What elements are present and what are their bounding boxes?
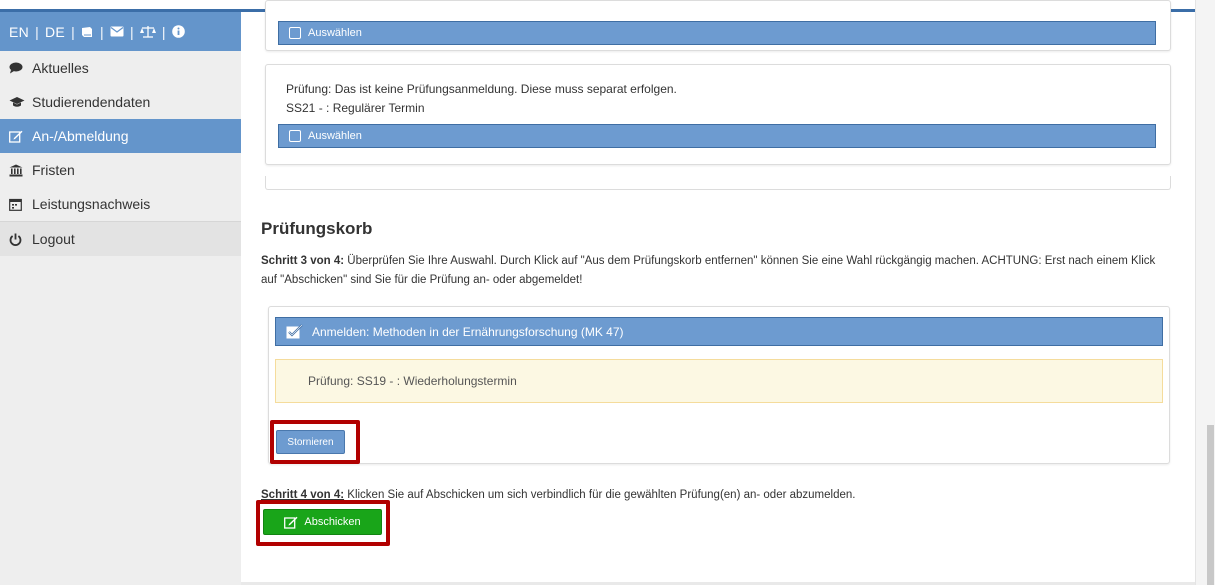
checkbox-edit-icon bbox=[286, 324, 304, 339]
exam-card: Auswählen bbox=[265, 0, 1171, 51]
scrollbar-thumb[interactable] bbox=[1207, 425, 1214, 585]
sidebar-item-fristen[interactable]: Fristen bbox=[0, 153, 241, 187]
scrollbar[interactable] bbox=[1195, 0, 1215, 585]
separator: | bbox=[161, 23, 166, 40]
separator: | bbox=[129, 23, 134, 40]
balance-scale-icon[interactable] bbox=[139, 25, 156, 39]
sidebar-item-label: Studierendendaten bbox=[32, 94, 151, 110]
basket-entry-title: Anmelden: Methoden in der Ernährungsfors… bbox=[312, 324, 624, 339]
sidebar-item-leistungsnachweis[interactable]: Leistungsnachweis bbox=[0, 187, 241, 221]
separator: | bbox=[71, 23, 75, 40]
graduation-cap-icon bbox=[9, 96, 27, 108]
select-button[interactable]: Auswählen bbox=[278, 124, 1156, 148]
separator: | bbox=[100, 23, 104, 40]
sidebar-item-label: Logout bbox=[32, 231, 75, 247]
sidebar-item-label: An-/Abmeldung bbox=[32, 128, 129, 144]
power-icon bbox=[9, 233, 27, 246]
calendar-icon bbox=[9, 198, 27, 211]
basket-entry-header: Anmelden: Methoden in der Ernährungsfors… bbox=[275, 317, 1163, 346]
select-label: Auswählen bbox=[308, 27, 362, 39]
submit-button[interactable]: Abschicken bbox=[263, 509, 382, 535]
book-icon[interactable] bbox=[81, 26, 94, 38]
edit-icon bbox=[284, 516, 298, 529]
exam-term: SS21 - : Regulärer Termin bbox=[286, 101, 425, 115]
bank-icon bbox=[9, 164, 27, 177]
cancel-button[interactable]: Stornieren bbox=[276, 430, 345, 454]
sidebar-item-an-abmeldung[interactable]: An-/Abmeldung bbox=[0, 119, 241, 153]
main-content: Auswählen Prüfung: Das ist keine Prüfung… bbox=[241, 0, 1195, 585]
step4-instructions: Schritt 4 von 4: Klicken Sie auf Abschic… bbox=[261, 486, 1181, 505]
section-divider bbox=[265, 176, 1171, 190]
sidebar-item-label: Fristen bbox=[32, 162, 75, 178]
basket-card: Anmelden: Methoden in der Ernährungsfors… bbox=[268, 306, 1170, 464]
exam-card: Prüfung: Das ist keine Prüfungsanmeldung… bbox=[265, 64, 1171, 165]
edit-icon bbox=[9, 130, 27, 143]
step3-instructions: Schritt 3 von 4: Überprüfen Sie Ihre Aus… bbox=[261, 252, 1181, 290]
separator: | bbox=[35, 23, 39, 40]
checkbox-icon bbox=[289, 27, 301, 39]
exam-note: Prüfung: Das ist keine Prüfungsanmeldung… bbox=[286, 82, 677, 96]
step3-text: Überprüfen Sie Ihre Auswahl. Durch Klick… bbox=[344, 255, 1156, 267]
checkbox-icon bbox=[289, 130, 301, 142]
sidebar-item-label: Leistungsnachweis bbox=[32, 196, 151, 212]
step3-text-cont: auf "Abschicken" sind Sie für die Prüfun… bbox=[261, 274, 583, 286]
sidebar-item-studierendendaten[interactable]: Studierendendaten bbox=[0, 85, 241, 119]
page-title: Prüfungskorb bbox=[261, 219, 373, 238]
sidebar: EN | DE | | | | Aktuelles Studierendenda… bbox=[0, 12, 241, 585]
lang-de-link[interactable]: DE bbox=[45, 24, 65, 40]
select-label: Auswählen bbox=[308, 130, 362, 142]
step4-text: Klicken Sie auf Abschicken um sich verbi… bbox=[344, 489, 856, 501]
sidebar-item-aktuelles[interactable]: Aktuelles bbox=[0, 51, 241, 85]
sidebar-item-label: Aktuelles bbox=[32, 60, 89, 76]
select-button[interactable]: Auswählen bbox=[278, 21, 1156, 45]
info-icon[interactable] bbox=[172, 25, 185, 38]
step3-label: Schritt 3 von 4: bbox=[261, 255, 345, 267]
lang-en-link[interactable]: EN bbox=[9, 24, 29, 40]
comment-icon bbox=[9, 62, 27, 74]
language-bar: EN | DE | | | | bbox=[0, 12, 241, 51]
submit-label: Abschicken bbox=[304, 516, 361, 528]
envelope-icon[interactable] bbox=[110, 26, 124, 37]
sidebar-item-logout[interactable]: Logout bbox=[0, 221, 241, 256]
basket-entry-detail: Prüfung: SS19 - : Wiederholungstermin bbox=[275, 359, 1163, 403]
